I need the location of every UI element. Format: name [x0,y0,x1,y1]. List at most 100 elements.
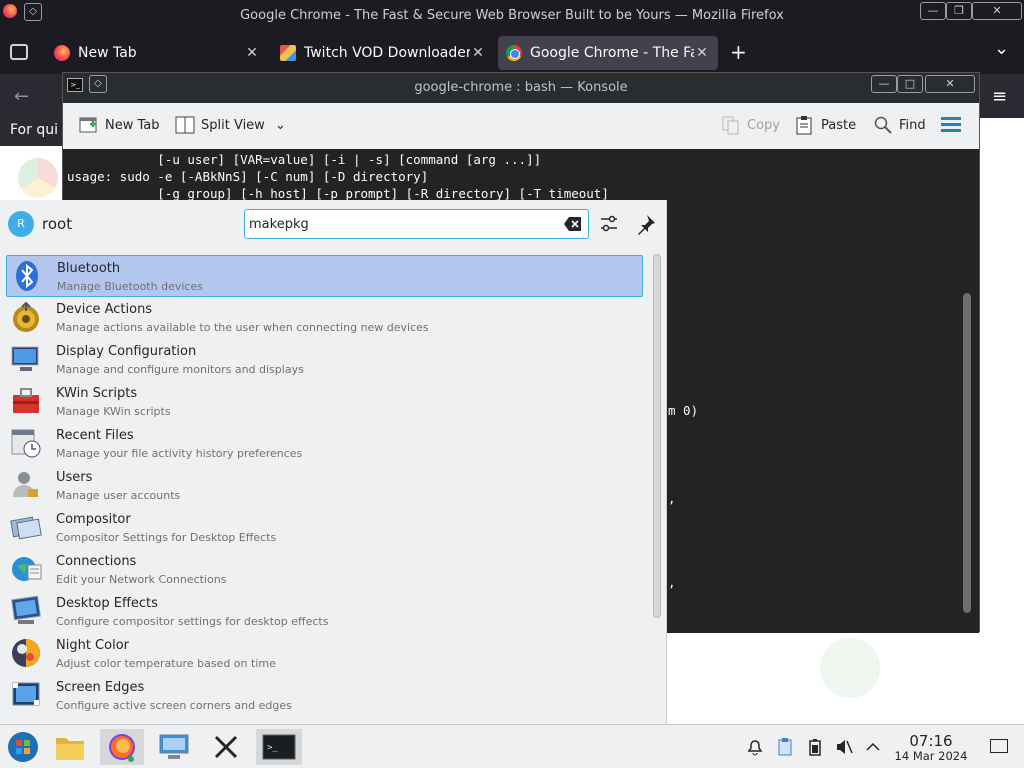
konsole-toolbar: New Tab Split View ⌄ Copy Paste Find [63,103,979,149]
copy-icon [722,116,739,135]
system-settings-button[interactable] [154,729,194,765]
list-item[interactable]: Screen Edges Configure active screen cor… [6,675,643,717]
svg-text:>_: >_ [267,743,278,753]
paste-button[interactable]: Paste [795,115,856,135]
user-lock-icon [13,472,38,497]
maximize-button[interactable]: ❐ [946,2,972,20]
chevron-down-icon[interactable]: ⌄ [275,118,286,133]
clipboard-icon[interactable] [775,737,795,757]
list-item[interactable]: KWin Scripts Manage KWin scripts [6,381,643,423]
terminal-scrollbar[interactable] [963,293,971,613]
close-tab-icon[interactable]: ✕ [244,45,260,61]
pin-icon[interactable] [635,213,657,235]
list-item[interactable]: Users Manage user accounts [6,465,643,507]
result-subtitle: Manage user accounts [56,489,181,502]
minimize-button[interactable]: — [920,2,946,20]
list-item[interactable]: Connections Edit your Network Connection… [6,549,643,591]
list-item[interactable]: Recent Files Manage your file activity h… [6,423,643,465]
launcher-header: R root [0,200,666,248]
find-button[interactable]: Find [873,115,926,135]
new-tab-plus-icon [79,117,97,133]
tab-twitch-vod-downloader[interactable]: Twitch VOD Downloader ✕ [272,36,494,70]
firefox-tab-bar: New Tab ✕ Twitch VOD Downloader ✕ Google… [0,32,1024,74]
split-view-button[interactable]: Split View ⌄ [175,115,286,135]
results-scrollbar[interactable] [653,254,661,618]
taskbar: >_ 07:16 14 Mar 2024 [0,724,1024,768]
konsole-maximize-button[interactable]: □ [897,75,923,93]
tab-new-tab[interactable]: New Tab ✕ [46,36,268,70]
firefox-titlebar: ◇ Google Chrome - The Fast & Secure Web … [0,0,1024,32]
hamburger-menu-icon[interactable]: ≡ [992,86,1007,107]
system-settings-icon [159,734,189,759]
tab-google-chrome[interactable]: Google Chrome - The Fas ✕ [498,36,718,70]
tab-title: New Tab [78,45,137,61]
result-title: Connections [56,554,137,569]
konsole-window-title: google-chrome : bash — Konsole [414,80,628,95]
list-item[interactable]: Compositor Compositor Settings for Deskt… [6,507,643,549]
result-title: Desktop Effects [56,596,158,611]
firefox-window-title: Google Chrome - The Fast & Secure Web Br… [240,8,784,23]
list-item[interactable]: Display Configuration Manage and configu… [6,339,643,381]
konsole-taskbar-button[interactable]: >_ [256,729,302,765]
split-view-icon [175,116,195,134]
result-title: Compositor [56,512,131,527]
konsole-close-button[interactable]: ✕ [925,75,975,93]
notifications-icon[interactable] [745,737,765,757]
result-title: Device Actions [56,302,153,317]
expand-tray-icon[interactable] [863,737,883,757]
split-view-label: Split View [201,117,265,133]
terminal-line: [-u user] [VAR=value] [-i | -s] [command… [67,152,542,167]
terminal-fragment: , [668,491,676,506]
tab-title: Google Chrome - The Fas [530,45,694,61]
start-menu-button[interactable] [2,729,44,765]
result-subtitle: Manage KWin scripts [56,405,171,418]
terminal-line: usage: sudo -e [-ABkNnS] [-C num] [-D di… [67,169,429,184]
konsole-icon: >_ [262,734,296,760]
list-all-tabs-button[interactable]: ⌄ [994,38,1009,59]
search-results-list: Bluetooth Manage Bluetooth devices Devic… [0,252,650,724]
close-tab-icon[interactable]: ✕ [470,45,486,61]
notification-text: For qui [10,122,58,138]
konsole-minimize-button[interactable]: — [871,75,897,93]
list-item[interactable]: Device Actions Manage actions available … [6,297,643,339]
file-manager-button[interactable] [50,729,90,765]
copy-button[interactable]: Copy [721,115,780,135]
firefox-view-icon[interactable] [10,44,28,60]
search-input[interactable] [249,212,549,236]
application-launcher: R root Bluetooth Manage Bluetooth device… [0,200,667,724]
result-subtitle: Manage your file activity history prefer… [56,447,303,460]
result-title: Screen Edges [56,680,145,695]
clock-time[interactable]: 07:16 [893,732,969,750]
avatar[interactable]: R [8,211,34,237]
desktop-effects-icon [11,595,41,624]
hamburger-menu-icon[interactable] [941,117,961,133]
show-desktop-icon[interactable] [990,739,1008,753]
monitor-icon [11,346,39,371]
x-app-button[interactable] [206,729,246,765]
bluetooth-icon [16,261,38,291]
close-tab-icon[interactable]: ✕ [694,45,710,61]
battery-icon[interactable] [805,737,825,757]
list-item[interactable]: Desktop Effects Configure compositor set… [6,591,643,633]
network-globe-icon [12,557,42,581]
new-tab-button[interactable]: New Tab [79,115,160,135]
result-subtitle: Manage Bluetooth devices [57,280,203,293]
chrome-logo-icon [18,158,58,198]
configure-sliders-icon[interactable] [598,213,620,235]
clock-date[interactable]: 14 Mar 2024 [889,749,973,763]
back-arrow-icon[interactable]: ← [14,86,29,107]
volume-muted-icon[interactable] [834,737,854,757]
result-subtitle: Configure active screen corners and edge… [56,699,292,712]
result-subtitle: Adjust color temperature based on time [56,657,276,670]
close-button[interactable]: ✕ [972,2,1022,20]
twitch-downloader-icon [280,45,296,61]
search-field[interactable] [244,209,589,239]
list-item[interactable]: Bluetooth Manage Bluetooth devices [6,255,643,297]
firefox-taskbar-button[interactable] [100,729,144,765]
clear-text-icon[interactable] [564,216,582,232]
list-item[interactable]: Night Color Adjust color temperature bas… [6,633,643,675]
new-tab-button[interactable]: + [730,40,747,64]
paste-label: Paste [821,117,857,133]
device-actions-gear-icon [13,301,39,332]
find-label: Find [899,117,926,133]
